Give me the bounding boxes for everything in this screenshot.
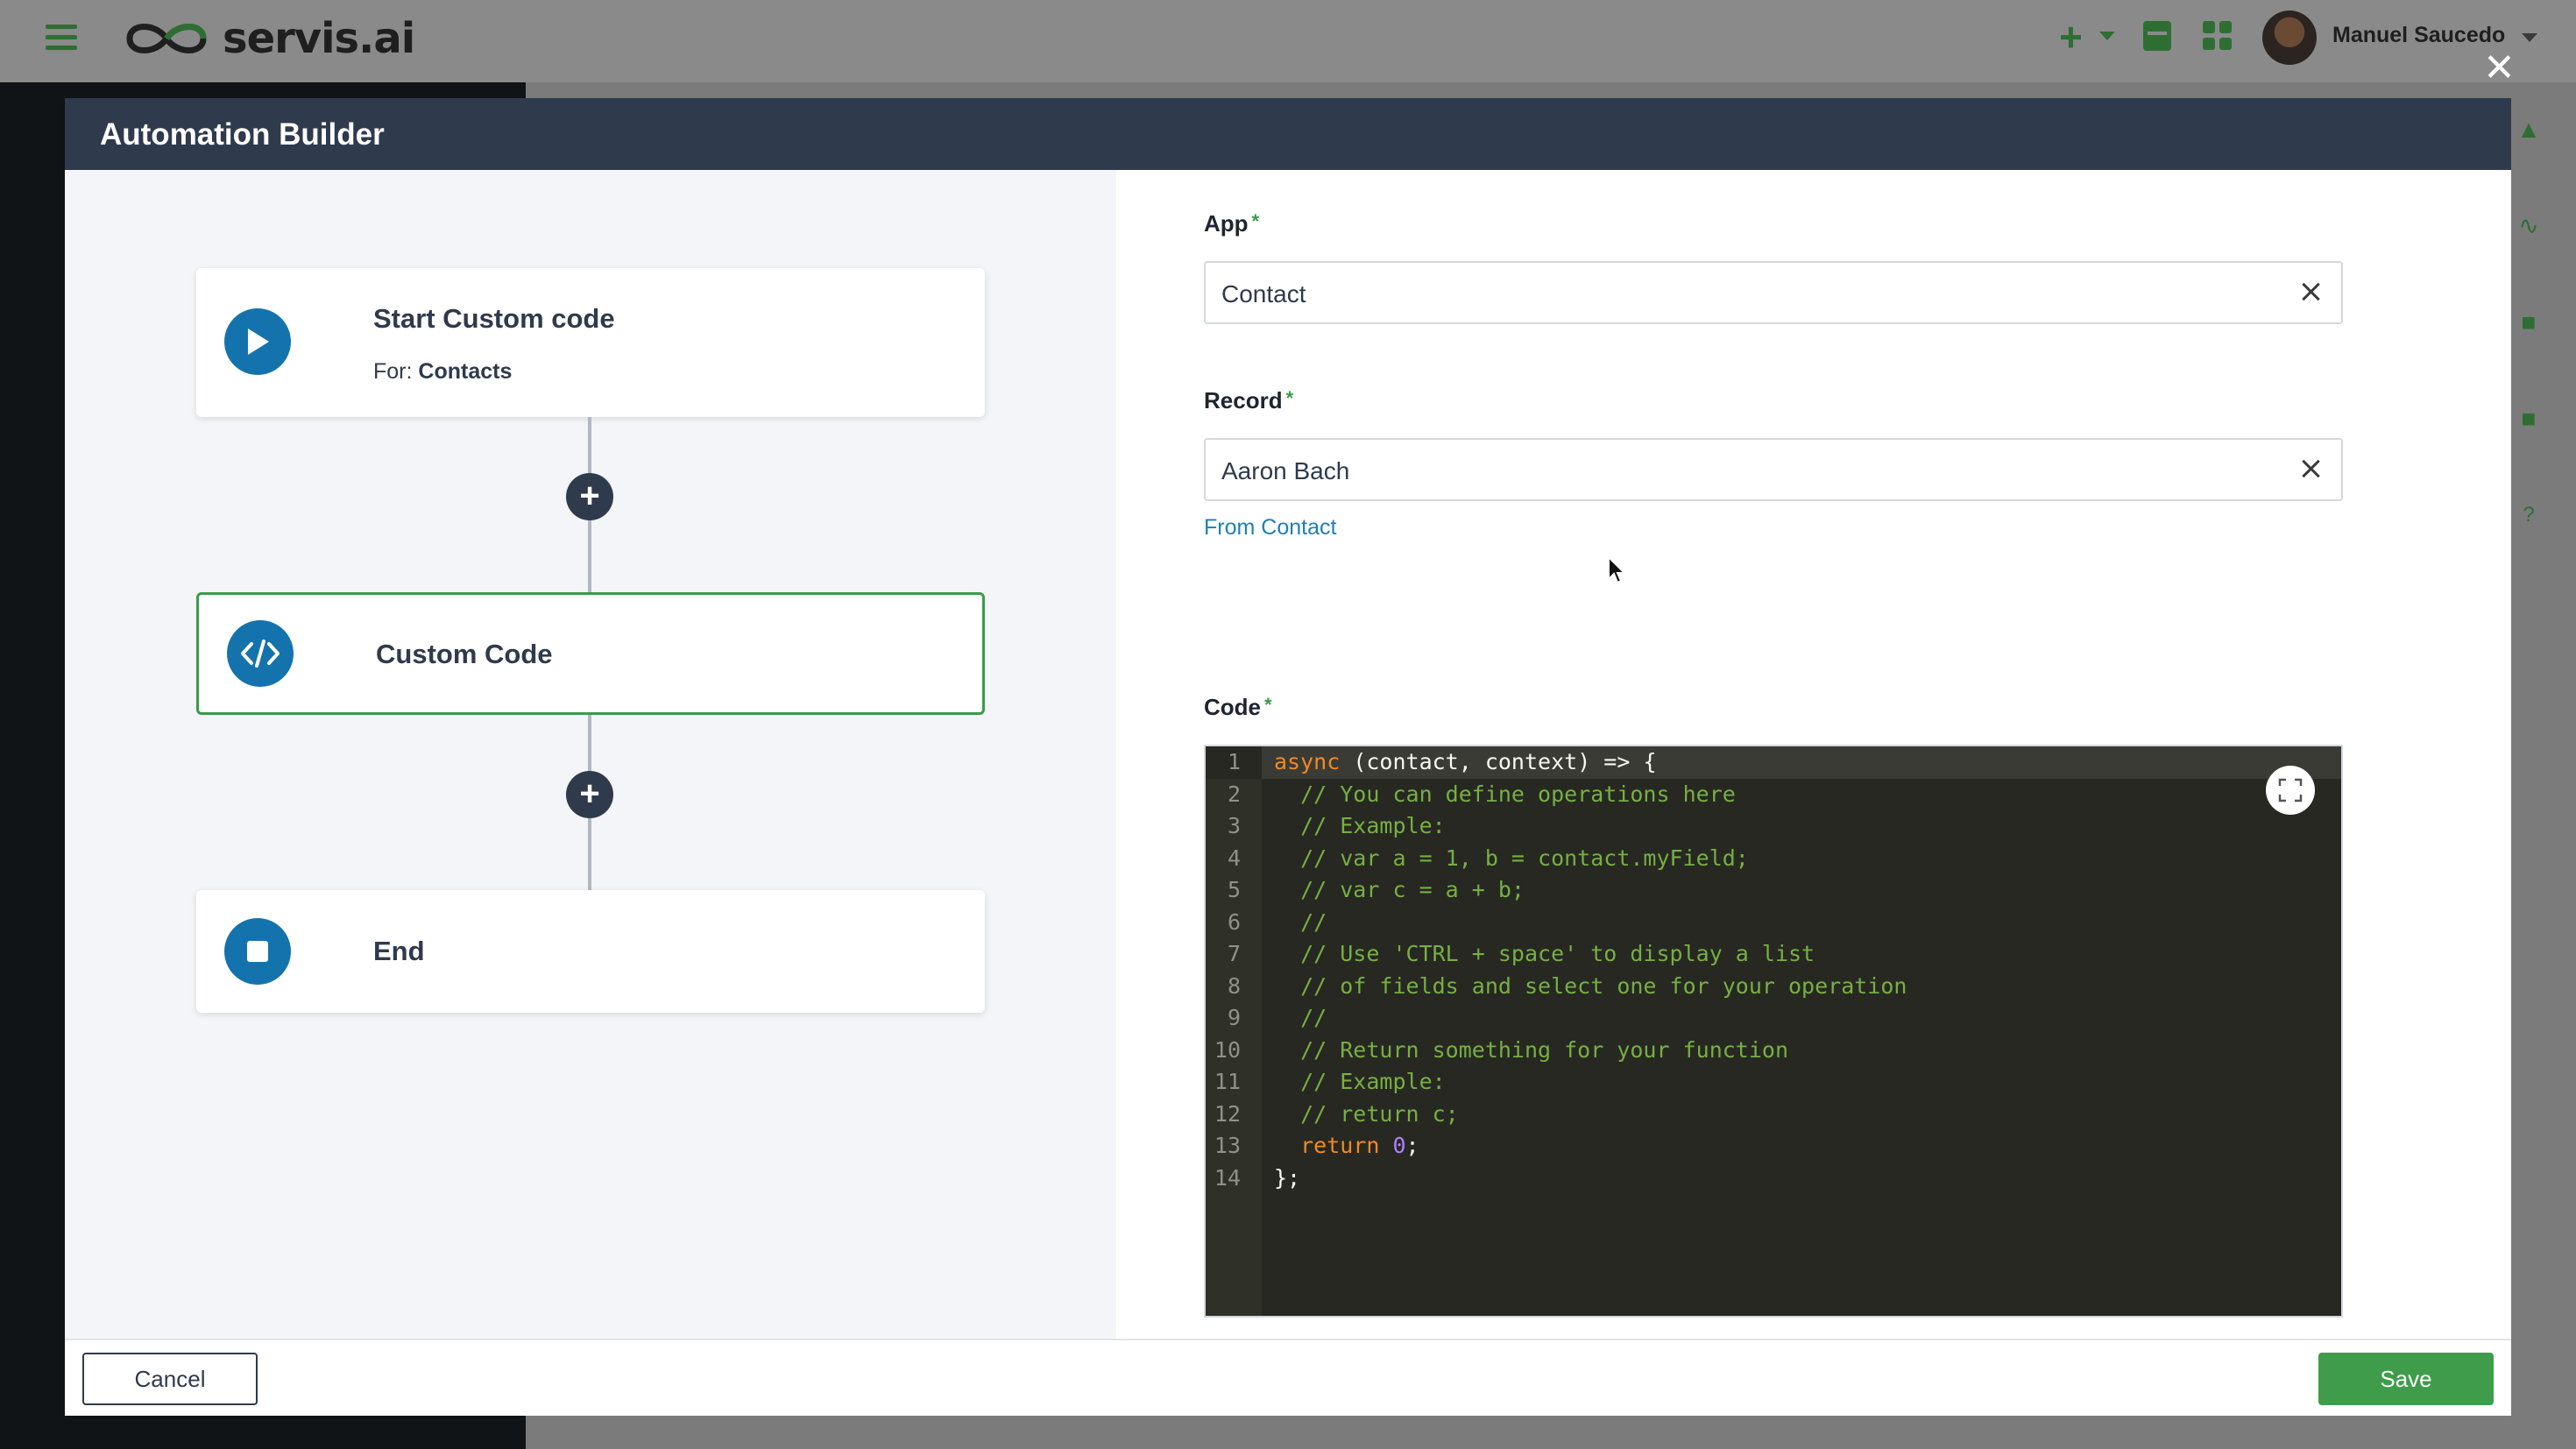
fullscreen-button[interactable] [2266,766,2315,815]
code-label: Code * [1204,694,1272,720]
modal-header: Automation Builder [65,98,2511,170]
line-number: 14 [1214,1164,1241,1191]
caret-down-icon[interactable] [2099,32,2115,40]
start-node-subtitle: For: Contacts [373,359,513,384]
line-number: 10 [1214,1036,1241,1063]
code-line: // [1274,1005,1327,1030]
menu-icon[interactable] [46,25,77,51]
record-select-value: Aaron Bach [1221,457,1350,484]
custom-code-node-title: Custom Code [376,639,553,669]
user-name[interactable]: Manuel Saucedo [2332,23,2505,48]
line-number: 6 [1227,908,1241,935]
code-line: // You can define operations here [1274,781,1736,807]
user-avatar[interactable] [2262,11,2317,65]
line-number: 11 [1214,1069,1241,1094]
code-line: // var c = a + b; [1274,877,1525,902]
line-number: 2 [1227,781,1241,807]
top-navbar: servis.ai + Manuel Saucedo [0,0,2576,82]
calendar-icon[interactable] [2143,21,2171,51]
automation-builder-modal: Automation Builder Start Custom code For… [65,98,2511,1416]
play-icon [224,308,291,375]
record-label: Record * [1204,387,1294,413]
code-line: // var a = 1, b = contact.myField; [1274,845,1749,871]
stop-icon [224,918,291,985]
calendar-icon[interactable]: ■ [2516,406,2541,431]
infinity-logo-icon [126,24,207,53]
app-select[interactable]: Contact [1204,261,2343,324]
mouse-cursor-icon [1608,555,1626,584]
modal-footer: Cancel Save [65,1339,2511,1416]
add-step-button[interactable]: + [566,473,613,520]
brand-logo[interactable]: servis.ai [123,12,415,65]
line-number-gutter: 1 2 3 4 5 6 7 8 9 10 11 12 13 14 [1206,746,1262,1316]
line-number: 12 [1214,1100,1241,1127]
add-step-button[interactable]: + [566,771,613,818]
record-select[interactable]: Aaron Bach [1204,438,2343,501]
add-icon[interactable]: + [2059,17,2083,57]
code-line: // Example: [1274,813,1446,838]
workflow-canvas: Start Custom code For: Contacts + Custom… [65,170,1116,1339]
start-node-title: Start Custom code [373,303,615,334]
end-node[interactable]: End [196,890,985,1013]
code-line: // Use 'CTRL + space' to display a list [1274,941,1815,966]
bell-icon[interactable]: ▲ [2516,117,2541,142]
app-label: App * [1204,210,1260,237]
code-line: // return c; [1274,1100,1459,1127]
code-content[interactable]: async (contact, context) => { // You can… [1262,746,2341,1194]
line-number: 9 [1227,1005,1241,1030]
code-line: async (contact, context) => { [1262,746,2341,779]
code-line: return 0; [1300,1133,1419,1158]
apps-grid-icon[interactable] [2203,21,2233,51]
close-icon[interactable]: ✕ [2483,49,2516,88]
brand-name: servis.ai [223,14,415,63]
step-config-form: App * Contact Record * Aaron Bach From Con… [1116,170,2511,1339]
app-select-value: Contact [1221,280,1306,307]
user-menu-caret-icon[interactable] [2522,33,2537,42]
code-line: }; [1274,1164,1301,1191]
from-contact-link[interactable]: From Contact [1204,515,1336,541]
custom-code-node[interactable]: Custom Code [196,592,985,715]
save-button[interactable]: Save [2318,1353,2494,1405]
clear-icon[interactable] [2296,277,2325,307]
line-number: 8 [1227,972,1241,999]
help-icon[interactable]: ? [2516,503,2541,527]
code-icon [227,620,294,687]
clear-icon[interactable] [2296,454,2325,484]
code-line: // Return something for your function [1274,1036,1788,1063]
start-node[interactable]: Start Custom code For: Contacts [196,268,985,417]
code-line: // Example: [1274,1069,1446,1094]
expand-icon [2278,778,2303,802]
clipboard-icon[interactable]: ■ [2516,310,2541,335]
line-number: 13 [1214,1133,1241,1158]
activity-icon[interactable]: ∿ [2516,214,2541,238]
line-number: 3 [1227,813,1241,838]
modal-title: Automation Builder [100,117,385,152]
end-node-title: End [373,936,425,966]
line-number: 5 [1227,877,1241,902]
code-line: // [1274,908,1327,935]
cancel-button[interactable]: Cancel [82,1353,258,1405]
line-number: 7 [1227,941,1241,966]
code-editor[interactable]: 1 2 3 4 5 6 7 8 9 10 11 12 13 14 async (contact, cont… [1204,745,2343,1318]
line-number: 4 [1227,845,1241,871]
line-number: 1 [1206,746,1262,779]
code-line: // of fields and select one for your ope… [1274,972,1907,999]
